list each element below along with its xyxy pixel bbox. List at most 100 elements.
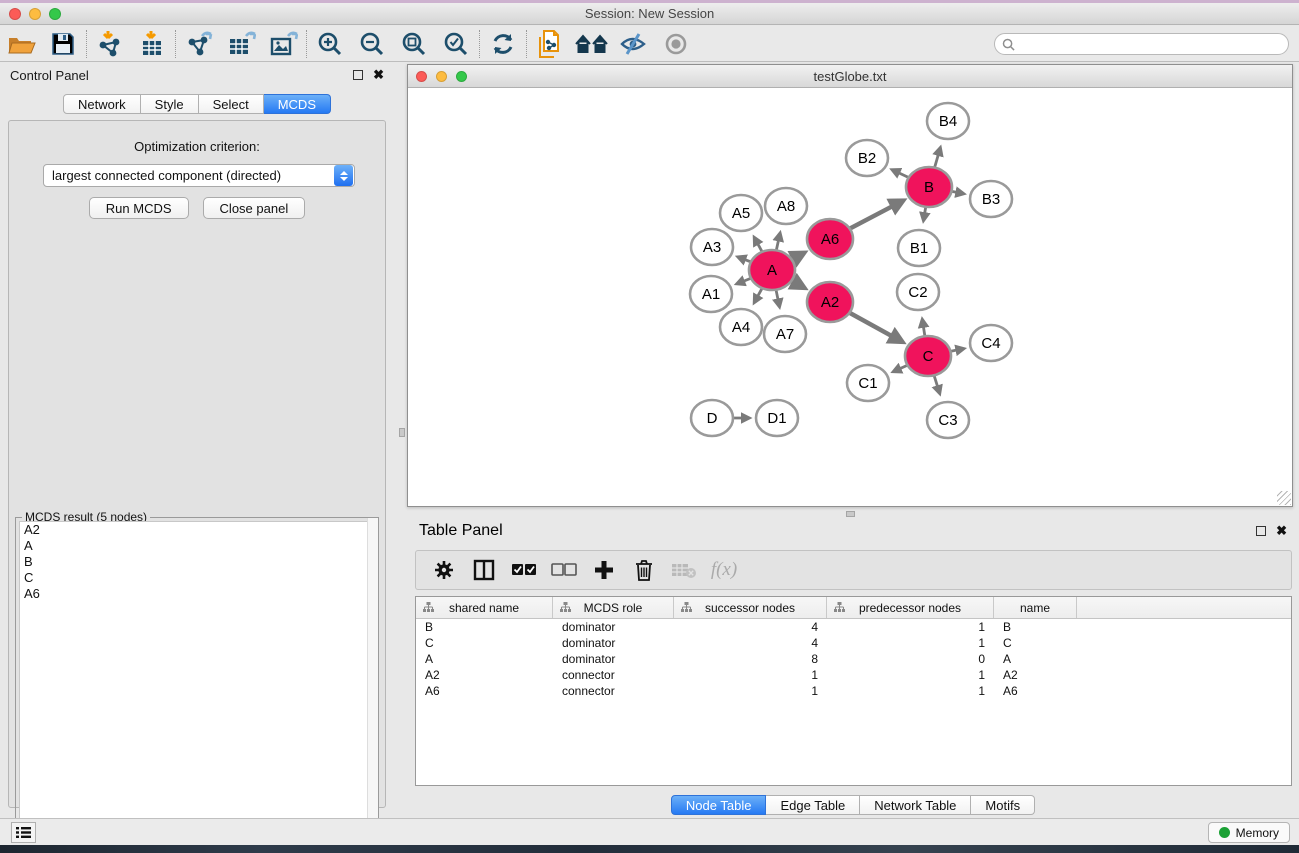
close-panel-icon[interactable]: ✖ [373,70,384,80]
column-header-predecessor-nodes[interactable]: predecessor nodes [827,597,994,618]
show-panel-button[interactable] [655,28,697,60]
close-table-panel-icon[interactable]: ✖ [1276,526,1287,536]
graph-node-C2[interactable]: C2 [897,274,939,310]
search-box[interactable] [994,33,1289,55]
graph-node-B2[interactable]: B2 [846,140,888,176]
graph-node-A8[interactable]: A8 [765,188,807,224]
column-header-MCDS-role[interactable]: MCDS role [553,597,674,618]
node-table[interactable]: shared nameMCDS rolesuccessor nodesprede… [415,596,1292,786]
splitter-grip[interactable] [399,428,405,437]
column-header-name[interactable]: name [994,597,1077,618]
table-row[interactable]: A6connector11A6 [416,683,1291,699]
houses-button[interactable] [571,28,613,60]
graph-node-A1[interactable]: A1 [690,276,732,312]
table-row[interactable]: Cdominator41C [416,635,1291,651]
float-table-panel-icon[interactable] [1256,526,1266,536]
graph-node-C1[interactable]: C1 [847,365,889,401]
memory-button[interactable]: Memory [1208,822,1290,843]
tab-style[interactable]: Style [141,94,199,114]
delete-column-button[interactable] [626,554,662,586]
new-network-from-selection-button[interactable] [529,28,571,60]
tab-edge-table[interactable]: Edge Table [766,795,860,815]
import-table-button[interactable] [131,28,173,60]
search-icon [1002,38,1015,51]
deselect-all-button[interactable] [546,554,582,586]
graph-node-A[interactable]: A [749,250,795,290]
result-list-scrollbar[interactable] [367,518,378,853]
run-mcds-button[interactable]: Run MCDS [89,197,189,219]
select-all-button[interactable] [506,554,542,586]
graph-node-A3[interactable]: A3 [691,229,733,265]
delete-table-button[interactable] [666,554,702,586]
graph-node-C3[interactable]: C3 [927,402,969,438]
table-settings-button[interactable] [426,554,462,586]
search-input[interactable] [1019,37,1288,51]
table-row[interactable]: Bdominator41B [416,619,1291,635]
tab-node-table[interactable]: Node Table [671,795,767,815]
zoom-selected-button[interactable] [435,28,477,60]
graph-node-A6[interactable]: A6 [807,219,853,259]
float-panel-icon[interactable] [353,70,363,80]
network-canvas[interactable]: B4 B2 B B3 A5 A8A6 B1 A3 A C2 A1 A2 A4A7 C4 C C1 C3 D D1 [408,88,1292,506]
graph-node-B3[interactable]: B3 [970,181,1012,217]
table-row[interactable]: A2connector11A2 [416,667,1291,683]
tab-select[interactable]: Select [199,94,264,114]
add-column-button[interactable] [586,554,622,586]
optimization-criterion-dropdown[interactable]: largest connected component (directed) [43,164,355,187]
zoom-in-button[interactable] [309,28,351,60]
tab-network-table[interactable]: Network Table [860,795,971,815]
graph-node-A5[interactable]: A5 [720,195,762,231]
network-window-titlebar: testGlobe.txt [408,65,1292,88]
graph-node-D1[interactable]: D1 [756,400,798,436]
graph-node-B[interactable]: B [906,167,952,207]
desktop-background-bottom [0,845,1299,853]
table-cell: A [994,652,1077,666]
tab-network[interactable]: Network [63,94,141,114]
open-session-button[interactable] [0,28,42,60]
zoom-out-button[interactable] [351,28,393,60]
graph-node-A2[interactable]: A2 [807,282,853,322]
hide-panels-button[interactable] [613,28,655,60]
export-image-button[interactable] [262,28,304,60]
graph-node-D[interactable]: D [691,400,733,436]
tab-motifs[interactable]: Motifs [971,795,1035,815]
function-builder-button[interactable]: f(x) [706,554,742,586]
result-list-item[interactable]: A [20,538,374,554]
close-panel-button[interactable]: Close panel [203,197,306,219]
splitter-grip[interactable] [846,511,855,517]
window-resize-grip[interactable] [1277,491,1291,505]
column-header-shared-name[interactable]: shared name [416,597,553,618]
export-table-button[interactable] [220,28,262,60]
result-list-item[interactable]: A6 [20,586,374,602]
table-row[interactable]: Adominator80A [416,651,1291,667]
graph-node-B1[interactable]: B1 [898,230,940,266]
result-list-item[interactable]: B [20,554,374,570]
graph-node-B4[interactable]: B4 [927,103,969,139]
export-network-button[interactable] [178,28,220,60]
trash-icon [634,559,654,581]
column-header-successor-nodes[interactable]: successor nodes [674,597,827,618]
network-window-title: testGlobe.txt [408,69,1292,84]
save-session-button[interactable] [42,28,84,60]
hide-panels-eye-slash-icon [619,32,649,56]
zoom-fit-button[interactable] [393,28,435,60]
import-network-button[interactable] [89,28,131,60]
graph-node-A7[interactable]: A7 [764,316,806,352]
graph-node-A4[interactable]: A4 [720,309,762,345]
tab-mcds[interactable]: MCDS [264,94,331,114]
graph-node-label: A5 [732,205,750,222]
refresh-button[interactable] [482,28,524,60]
network-graph[interactable]: B4 B2 B B3 A5 A8A6 B1 A3 A C2 A1 A2 A4A7 C4 C C1 C3 D D1 [408,88,1292,506]
result-list-item[interactable]: A2 [20,522,374,538]
table-cell: A2 [416,668,553,682]
result-list-item[interactable]: C [20,570,374,586]
save-session-icon [50,31,76,57]
graph-node-C[interactable]: C [905,336,951,376]
mcds-result-list[interactable]: A2ABCA6 [19,521,375,851]
task-history-button[interactable] [11,822,36,843]
table-cell: A6 [416,684,553,698]
show-columns-button[interactable] [466,554,502,586]
toolbar-separator [479,30,480,58]
table-panel-title: Table Panel [419,522,503,540]
graph-node-C4[interactable]: C4 [970,325,1012,361]
